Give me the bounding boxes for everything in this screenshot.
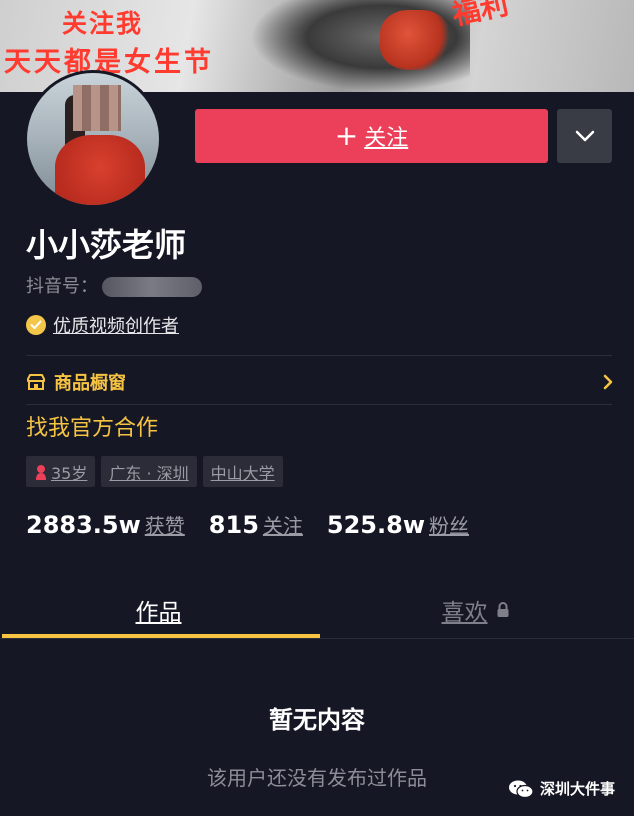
tab-works-label: 作品 bbox=[135, 600, 182, 626]
chevron-right-icon bbox=[603, 374, 613, 390]
divider bbox=[26, 355, 612, 356]
watermark: 深圳大件事 bbox=[508, 778, 615, 799]
avatar-blurred-face bbox=[73, 85, 121, 131]
profile-stats: 2883.5w 获赞 815 关注 525.8w 粉丝 bbox=[26, 510, 493, 539]
avatar[interactable] bbox=[24, 70, 162, 208]
empty-state-title: 暂无内容 bbox=[269, 706, 365, 734]
fans-count: 525.8w bbox=[326, 511, 425, 539]
likes-count: 2883.5w bbox=[26, 511, 141, 539]
tag-school-label: 中山大学 bbox=[210, 463, 275, 483]
douyin-id-label: 抖音号： bbox=[26, 276, 98, 297]
tab-works[interactable]: 作品 bbox=[0, 582, 317, 638]
tag-age-label: 35岁 bbox=[51, 463, 88, 483]
shop-icon bbox=[27, 374, 45, 390]
fans-label[interactable]: 粉丝 bbox=[429, 510, 469, 539]
chevron-down-icon bbox=[575, 130, 594, 142]
following-label[interactable]: 关注 bbox=[263, 510, 303, 539]
tag-location-label: 广东 · 深圳 bbox=[109, 463, 189, 483]
profile-bio: 找我官方合作 bbox=[26, 416, 159, 441]
female-icon bbox=[36, 464, 46, 480]
douyin-id-blurred-value bbox=[102, 277, 202, 297]
divider bbox=[26, 404, 612, 405]
avatar-body bbox=[55, 135, 145, 205]
wechat-icon bbox=[509, 780, 534, 798]
tab-likes-label: 喜欢 bbox=[441, 600, 488, 626]
more-options-button[interactable] bbox=[557, 109, 612, 163]
tabs-divider bbox=[0, 638, 634, 639]
certification-row[interactable]: 优质视频创作者 bbox=[26, 312, 179, 338]
tag-location: 广东 · 深圳 bbox=[101, 456, 197, 487]
follow-button[interactable]: + 关注 bbox=[195, 109, 548, 163]
banner-text-line1: 关注我 bbox=[62, 9, 144, 38]
tab-likes[interactable]: 喜欢 bbox=[317, 582, 634, 638]
banner-photo-shape bbox=[380, 10, 450, 70]
shop-window-label: 商品橱窗 bbox=[54, 373, 126, 394]
plus-icon: + bbox=[334, 119, 359, 152]
shop-window-row[interactable]: 商品橱窗 bbox=[26, 369, 614, 395]
tag-school: 中山大学 bbox=[202, 456, 283, 487]
lock-icon bbox=[497, 602, 508, 617]
following-count: 815 bbox=[208, 511, 259, 539]
verified-badge-icon bbox=[26, 315, 46, 335]
douyin-id: 抖音号： bbox=[26, 272, 202, 298]
banner-corner-text: 福利 bbox=[449, 0, 512, 32]
tag-age: 35岁 bbox=[26, 456, 96, 487]
profile-nickname: 小小莎老师 bbox=[26, 226, 187, 264]
content-tabs: 作品 喜欢 bbox=[0, 582, 634, 638]
profile-tags: 35岁 广东 · 深圳 中山大学 bbox=[26, 456, 283, 487]
watermark-text: 深圳大件事 bbox=[540, 780, 616, 798]
likes-label[interactable]: 获赞 bbox=[145, 510, 185, 539]
certification-label: 优质视频创作者 bbox=[53, 316, 179, 337]
follow-button-label: 关注 bbox=[364, 126, 409, 151]
